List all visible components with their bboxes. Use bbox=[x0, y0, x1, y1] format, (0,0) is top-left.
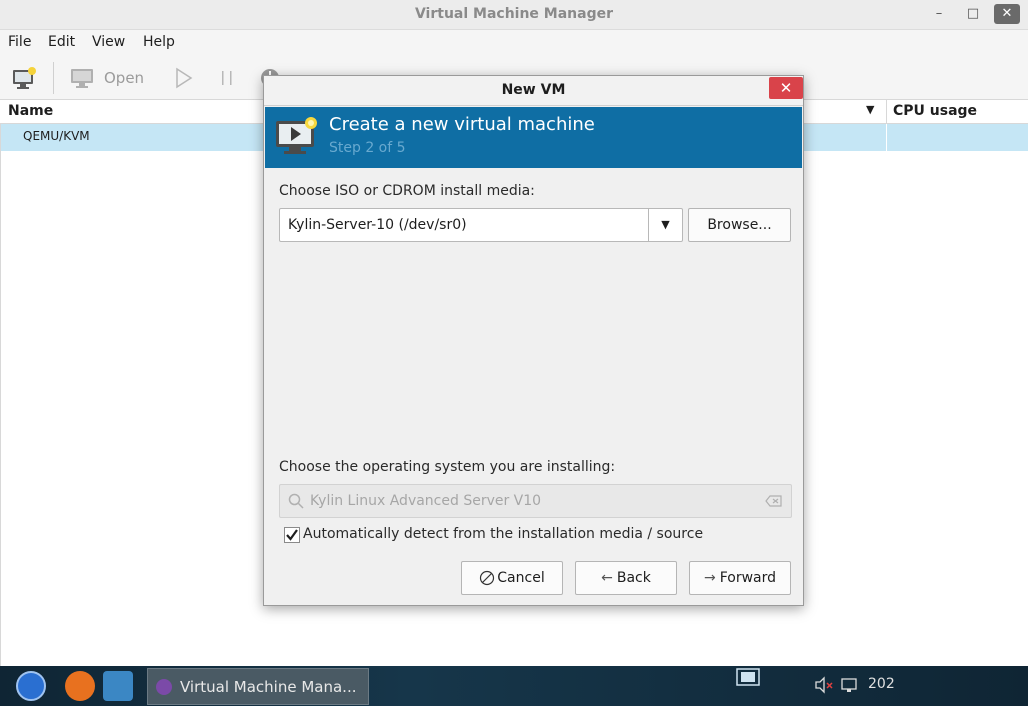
start-menu-icon[interactable] bbox=[16, 671, 46, 701]
column-cpu-usage[interactable]: CPU usage bbox=[893, 103, 977, 119]
autodetect-label: Automatically detect from the installati… bbox=[303, 526, 704, 542]
new-vm-icon bbox=[13, 67, 36, 89]
autodetect-checkbox[interactable] bbox=[284, 527, 300, 543]
forward-label: Forward bbox=[719, 570, 777, 586]
maximize-button[interactable]: □ bbox=[962, 4, 984, 24]
monitor-icon bbox=[71, 69, 93, 88]
wizard-step: Step 2 of 5 bbox=[329, 140, 406, 156]
clock[interactable]: 202 bbox=[868, 676, 895, 692]
window-titlebar: Virtual Machine Manager – □ ✕ bbox=[0, 0, 1028, 30]
wizard-banner: Create a new virtual machine Step 2 of 5 bbox=[265, 107, 802, 168]
chevron-down-icon[interactable]: ▼ bbox=[866, 103, 874, 116]
menubar: File Edit View Help bbox=[0, 30, 1028, 56]
open-label: Open bbox=[104, 69, 145, 87]
column-divider bbox=[886, 100, 887, 124]
checkmark-icon bbox=[286, 529, 298, 541]
minimize-button[interactable]: – bbox=[928, 4, 950, 24]
install-media-value: Kylin-Server-10 (/dev/sr0) bbox=[288, 217, 467, 233]
network-icon[interactable] bbox=[840, 676, 860, 698]
menu-view[interactable]: View bbox=[92, 34, 125, 50]
file-manager-icon[interactable] bbox=[103, 671, 133, 701]
toolbar-separator bbox=[53, 62, 54, 94]
arrow-right-icon: → bbox=[703, 570, 716, 586]
clear-icon bbox=[765, 494, 783, 512]
new-vm-icon bbox=[274, 115, 320, 163]
column-divider bbox=[886, 124, 887, 151]
forward-button[interactable]: → Forward bbox=[689, 561, 791, 595]
pause-button[interactable] bbox=[220, 64, 234, 92]
menu-edit[interactable]: Edit bbox=[48, 34, 75, 50]
back-button[interactable]: ← Back bbox=[575, 561, 677, 595]
cancel-button[interactable]: Cancel bbox=[461, 561, 563, 595]
firefox-icon[interactable] bbox=[65, 671, 95, 701]
taskbar-app-virt-manager[interactable]: Virtual Machine Mana... bbox=[147, 668, 369, 705]
back-label: Back bbox=[616, 570, 651, 586]
play-icon bbox=[176, 67, 193, 89]
os-search-input: Kylin Linux Advanced Server V10 bbox=[279, 484, 792, 518]
new-vm-button[interactable] bbox=[12, 64, 38, 92]
virt-manager-icon bbox=[156, 678, 172, 695]
arrow-left-icon: ← bbox=[601, 570, 613, 586]
menu-file[interactable]: File bbox=[8, 34, 31, 50]
dialog-close-button[interactable]: ✕ bbox=[769, 77, 803, 99]
workspace-icon[interactable] bbox=[736, 668, 760, 690]
browse-button[interactable]: Browse... bbox=[688, 208, 791, 242]
column-name[interactable]: Name bbox=[8, 103, 53, 119]
connection-name: QEMU/KVM bbox=[23, 129, 90, 143]
os-search-placeholder: Kylin Linux Advanced Server V10 bbox=[310, 493, 542, 509]
window-title: Virtual Machine Manager bbox=[414, 6, 614, 22]
wizard-title: Create a new virtual machine bbox=[329, 114, 595, 135]
search-icon bbox=[288, 493, 304, 513]
taskbar-app-label: Virtual Machine Mana... bbox=[180, 677, 357, 696]
cancel-label: Cancel bbox=[497, 570, 545, 586]
new-vm-dialog: New VM ✕ Create a new virtual machine St… bbox=[263, 75, 804, 606]
dialog-titlebar: New VM ✕ bbox=[264, 76, 803, 106]
volume-muted-icon[interactable] bbox=[814, 676, 834, 698]
open-button[interactable]: Open bbox=[70, 64, 144, 92]
menu-help[interactable]: Help bbox=[143, 34, 175, 50]
close-button[interactable]: ✕ bbox=[994, 4, 1020, 24]
pause-icon bbox=[222, 71, 232, 85]
dialog-title: New VM bbox=[501, 82, 566, 98]
run-button[interactable] bbox=[174, 64, 194, 92]
os-label: Choose the operating system you are inst… bbox=[279, 459, 616, 475]
list-border bbox=[0, 124, 1, 666]
media-label: Choose ISO or CDROM install media: bbox=[279, 183, 535, 199]
cancel-icon bbox=[480, 570, 495, 586]
chevron-down-icon[interactable]: ▼ bbox=[648, 209, 682, 241]
install-media-combo[interactable]: Kylin-Server-10 (/dev/sr0) ▼ bbox=[279, 208, 683, 242]
